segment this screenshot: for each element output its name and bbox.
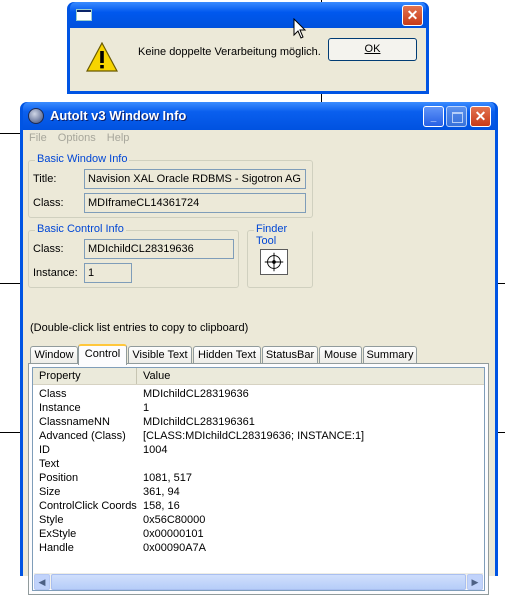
- property-value: 1081, 517: [143, 472, 192, 484]
- list-header: Property Value: [33, 368, 484, 385]
- column-header-property[interactable]: Property: [33, 368, 137, 384]
- window-class-field[interactable]: MDIframeCL14361724: [84, 193, 306, 213]
- list-item[interactable]: ClassnameNN MDIchildCL283196361: [33, 415, 484, 429]
- property-name: Size: [39, 486, 61, 498]
- property-value: 0x00000101: [143, 528, 204, 540]
- background-line: [0, 133, 20, 134]
- list-item[interactable]: Position 1081, 517: [33, 471, 484, 485]
- warning-icon: [86, 42, 118, 72]
- background-line: [0, 432, 20, 433]
- instance-field[interactable]: 1: [84, 263, 132, 283]
- property-name: Handle: [39, 542, 74, 554]
- property-name: Instance: [39, 402, 81, 414]
- basic-control-info-label: Basic Control Info: [35, 223, 126, 235]
- window-icon: [76, 9, 92, 21]
- menu-options[interactable]: Options: [55, 130, 101, 144]
- property-name: Class: [39, 388, 67, 400]
- message-box-titlebar[interactable]: ✕: [70, 2, 426, 28]
- background-line: [0, 283, 20, 284]
- list-item[interactable]: Size 361, 94: [33, 485, 484, 499]
- property-value: 0x00090A7A: [143, 542, 206, 554]
- property-value: MDIchildCL28319636: [143, 388, 249, 400]
- menu-help[interactable]: Help: [104, 130, 135, 144]
- scroll-left-button[interactable]: ◀: [34, 574, 50, 590]
- message-box-close-button[interactable]: ✕: [402, 5, 423, 26]
- message-text: Keine doppelte Verarbeitung möglich.: [138, 46, 321, 58]
- background-line: [498, 283, 505, 284]
- basic-control-info-group: Basic Control Info Class: MDIchildCL2831…: [28, 223, 239, 288]
- list-item[interactable]: Instance 1: [33, 401, 484, 415]
- menu-file[interactable]: File: [26, 130, 52, 144]
- control-class-field[interactable]: MDIchildCL28319636: [84, 239, 234, 259]
- window-title: AutoIt v3 Window Info: [50, 108, 187, 123]
- menu-bar: File Options Help: [23, 130, 495, 148]
- list-item[interactable]: ControlClick Coords 158, 16: [33, 499, 484, 513]
- property-name: Position: [39, 472, 79, 484]
- property-name: ID: [39, 444, 50, 456]
- property-value: MDIchildCL283196361: [143, 416, 255, 428]
- autoit-client-area: File Options Help Basic Window Info Titl…: [23, 130, 495, 595]
- autoit-window: AutoIt v3 Window Info _ ✕ File Options H…: [20, 102, 498, 595]
- message-box-window: ✕ Keine doppelte Verarbeitung möglich. O…: [67, 2, 429, 94]
- list-item[interactable]: Style 0x56C80000: [33, 513, 484, 527]
- list-item[interactable]: ID 1004: [33, 443, 484, 457]
- title-label: Title:: [33, 173, 57, 185]
- list-item[interactable]: Handle 0x00090A7A: [33, 541, 484, 555]
- tab-mouse[interactable]: Mouse: [319, 346, 362, 364]
- finder-tool-target[interactable]: [260, 249, 288, 275]
- finder-tool-label: Finder Tool: [254, 223, 312, 247]
- property-name: Text: [39, 458, 60, 470]
- finder-tool-group: Finder Tool: [247, 223, 313, 288]
- autoit-titlebar[interactable]: AutoIt v3 Window Info _ ✕: [23, 102, 495, 130]
- tab-window[interactable]: Window: [30, 346, 78, 364]
- list-rows: Class MDIchildCL28319636 Instance 1 Classn…: [33, 387, 484, 555]
- column-header-value[interactable]: Value: [137, 368, 488, 384]
- tab-hidden-text[interactable]: Hidden Text: [193, 346, 261, 364]
- scroll-thumb[interactable]: [51, 574, 466, 590]
- property-value: 361, 94: [143, 486, 180, 498]
- property-value: [CLASS:MDIchildCL28319636; INSTANCE:1]: [143, 430, 365, 442]
- property-list[interactable]: Property Value Class MDIchildCL28319636 I…: [32, 367, 485, 591]
- instance-label: Instance:: [33, 267, 78, 279]
- property-name: ClassnameNN: [39, 416, 110, 428]
- property-name: Style: [39, 514, 64, 526]
- maximize-button[interactable]: [446, 106, 467, 127]
- copy-hint-text: (Double-click list entries to copy to cl…: [30, 322, 249, 334]
- horizontal-scrollbar[interactable]: ◀ ▶: [34, 573, 483, 590]
- property-name: ControlClick Coords: [39, 500, 137, 512]
- basic-window-info-label: Basic Window Info: [35, 153, 130, 165]
- close-button[interactable]: ✕: [470, 106, 491, 127]
- class-label: Class:: [33, 197, 64, 209]
- property-value: 1004: [143, 444, 168, 456]
- control-tab-panel: Property Value Class MDIchildCL28319636 I…: [28, 363, 489, 595]
- list-item[interactable]: Class MDIchildCL28319636: [33, 387, 484, 401]
- tab-control[interactable]: Control: [78, 344, 127, 365]
- autoit-logo-icon: [28, 108, 44, 124]
- property-value: 158, 16: [143, 500, 180, 512]
- message-box-body: Keine doppelte Verarbeitung möglich. OK: [70, 28, 426, 91]
- property-name: Advanced (Class): [39, 430, 126, 442]
- scroll-right-button[interactable]: ▶: [467, 574, 483, 590]
- tab-statusbar[interactable]: StatusBar: [262, 346, 318, 364]
- list-item[interactable]: ExStyle 0x00000101: [33, 527, 484, 541]
- property-name: ExStyle: [39, 528, 77, 540]
- list-item[interactable]: Advanced (Class) [CLASS:MDIchildCL2831963…: [33, 429, 484, 443]
- ok-button[interactable]: OK: [328, 38, 417, 61]
- title-field[interactable]: Navision XAL Oracle RDBMS - Sigotron AG: [84, 169, 306, 189]
- control-class-label: Class:: [33, 243, 64, 255]
- property-value: 1: [143, 402, 150, 414]
- crosshair-icon: [264, 252, 284, 272]
- basic-window-info-group: Basic Window Info Title: Navision XAL Or…: [28, 153, 313, 218]
- background-line: [498, 432, 505, 433]
- tab-visible-text[interactable]: Visible Text: [128, 346, 192, 364]
- tab-summary[interactable]: Summary: [363, 346, 417, 364]
- list-item[interactable]: Text: [33, 457, 484, 471]
- property-value: 0x56C80000: [143, 514, 206, 526]
- mouse-cursor-icon: [293, 18, 307, 39]
- minimize-button[interactable]: _: [423, 106, 444, 127]
